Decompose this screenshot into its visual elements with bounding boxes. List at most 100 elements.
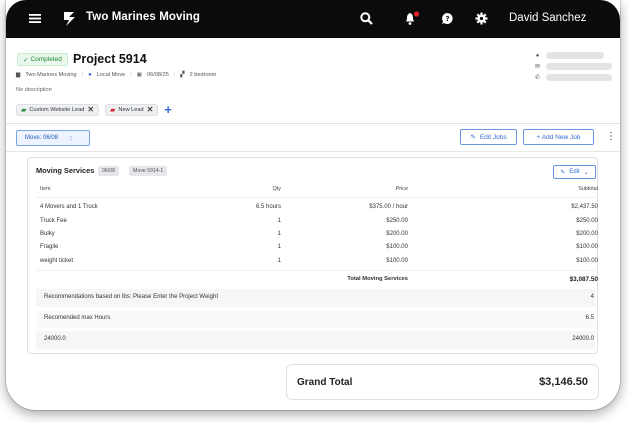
tag-label: New Lead: [118, 106, 144, 113]
item-name: Truck Fee: [40, 218, 67, 224]
recommendation-value: 6.5: [585, 315, 594, 321]
tag-item[interactable]: ▰ New Lead ✕: [105, 103, 159, 116]
item-subtotal: $2,437.50: [571, 204, 598, 210]
item-name: 4 Movers and 1 Truck: [40, 204, 98, 210]
col-qty: Qty: [272, 186, 281, 192]
svg-text:?: ?: [445, 15, 449, 23]
tag-list: ▰ Custom Website Lead ✕ ▰ New Lead ✕ +: [16, 102, 172, 117]
edit-services-button[interactable]: ✎ Edit ⌄: [553, 165, 596, 179]
item-price: $375.00 / hour: [369, 204, 408, 210]
total-label: Total Moving Services: [347, 276, 408, 282]
item-subtotal: $100.00: [576, 244, 598, 250]
search-icon[interactable]: [360, 12, 373, 25]
logo-icon: [62, 10, 78, 27]
move-type: Local Move: [96, 72, 126, 78]
project-header: ✓ Completed Project 5914 ⁝ ▆ Two Marines…: [6, 38, 620, 124]
app-window: Two Marines Moving ? David Sanchez ✓ Com…: [6, 0, 620, 410]
status-badge: ✓ Completed: [17, 53, 68, 66]
building-icon: ▆: [16, 72, 21, 78]
add-new-job-button[interactable]: + Add New Job: [523, 129, 594, 145]
user-icon: ●: [535, 52, 540, 59]
item-name: Bulky: [40, 231, 55, 237]
recommendation-value: 4: [590, 294, 594, 300]
mail-icon: ✉: [534, 64, 541, 70]
tag-item[interactable]: ▰ Custom Website Lead ✕: [16, 103, 100, 116]
divider: [36, 270, 595, 271]
user-name[interactable]: David Sanchez: [509, 12, 586, 24]
grand-total-card: Grand Total $3,146.50: [286, 364, 599, 400]
divider: |: [173, 72, 176, 78]
recommendation-label: Recommendations based on lbs: Please Ent…: [44, 294, 218, 300]
move-tab-menu-icon[interactable]: ⁝: [70, 135, 72, 142]
page-title: Project 5914: [73, 52, 147, 66]
col-subtotal: Subtotal: [578, 186, 598, 192]
divider: |: [81, 72, 84, 78]
calendar-icon: ▦: [136, 72, 143, 78]
item-qty: 6.5 hours: [255, 204, 281, 210]
item-qty: 1: [277, 244, 281, 250]
pencil-icon: ✎: [470, 134, 476, 141]
tag-icon: ▰: [21, 106, 27, 114]
move-tab-label: Move: 06/08: [25, 135, 59, 141]
move-chip: Move 5914-1: [129, 166, 168, 176]
brand-name[interactable]: Two Marines Moving: [86, 11, 200, 23]
close-icon[interactable]: ✕: [87, 105, 94, 114]
item-name: Fragile: [40, 244, 59, 250]
company-name[interactable]: Two Marines Moving: [25, 72, 76, 78]
rooms: 2 bedroom: [189, 72, 217, 78]
move-date: 06/08/25: [147, 72, 169, 78]
move-tab[interactable]: Move: 06/08 ⁝: [16, 130, 90, 146]
grand-total-value: $3,146.50: [539, 376, 588, 388]
contact-email-placeholder: [546, 63, 612, 70]
phone-icon: ✆: [534, 75, 541, 81]
edit-label: Edit: [569, 169, 580, 175]
chevron-down-icon: ⌄: [583, 169, 589, 176]
recommendation-label: Recomended max Hours: [44, 315, 111, 321]
edit-jobs-button[interactable]: ✎ Edit Jobs: [460, 129, 517, 145]
date-chip: 06/08: [98, 166, 119, 176]
edit-jobs-label: Edit Jobs: [479, 133, 507, 141]
divider: [36, 197, 595, 198]
contact-phone-placeholder: [546, 74, 612, 81]
project-description[interactable]: No description: [16, 87, 52, 93]
check-icon: ✓: [23, 56, 29, 64]
gear-icon[interactable]: [475, 12, 488, 25]
more-options-icon[interactable]: ⋮: [606, 131, 616, 142]
project-meta: ▆ Two Marines Moving | ● Local Move | ▦ …: [16, 72, 216, 78]
top-nav-bar: Two Marines Moving ? David Sanchez: [6, 0, 620, 38]
item-price: $200.00: [386, 231, 408, 237]
recommendation-value: 24000.0: [572, 336, 594, 342]
col-price: Price: [395, 186, 408, 192]
item-qty: 1: [277, 258, 281, 264]
tag-icon: ▰: [110, 106, 116, 114]
add-tag-button[interactable]: +: [164, 102, 172, 117]
item-subtotal: $250.00: [576, 218, 598, 224]
item-subtotal: $100.00: [576, 258, 598, 264]
project-menu-icon[interactable]: ⁝: [141, 53, 144, 64]
col-item: Item: [40, 186, 51, 192]
grand-total-label: Grand Total: [297, 377, 353, 388]
bell-icon[interactable]: [404, 11, 420, 26]
pencil-icon: ✎: [560, 169, 566, 176]
home-icon: ▞: [180, 72, 185, 78]
item-qty: 1: [277, 231, 281, 237]
move-type-dot-icon: ●: [88, 72, 92, 78]
menu-icon[interactable]: [29, 13, 41, 24]
total-value: $3,087.50: [569, 276, 598, 283]
item-name: weight ticket: [40, 258, 74, 264]
help-icon[interactable]: ?: [441, 12, 454, 25]
card-title: Moving Services: [36, 166, 95, 175]
item-price: $100.00: [386, 244, 408, 250]
item-qty: 1: [277, 218, 281, 224]
divider: |: [130, 72, 132, 78]
item-subtotal: $200.00: [576, 231, 598, 237]
item-price: $250.00: [386, 218, 408, 224]
moving-services-card: Moving Services 06/08 Move 5914-1 ✎ Edit…: [27, 157, 598, 354]
recommendation-label: 24000.0: [44, 336, 66, 342]
tag-label: Custom Website Lead: [29, 106, 85, 113]
contact-info: ● ✉ ✆: [534, 52, 612, 85]
item-price: $100.00: [386, 258, 408, 264]
contact-name-placeholder: [546, 52, 604, 59]
status-label: Completed: [30, 56, 62, 63]
close-icon[interactable]: ✕: [147, 105, 154, 114]
